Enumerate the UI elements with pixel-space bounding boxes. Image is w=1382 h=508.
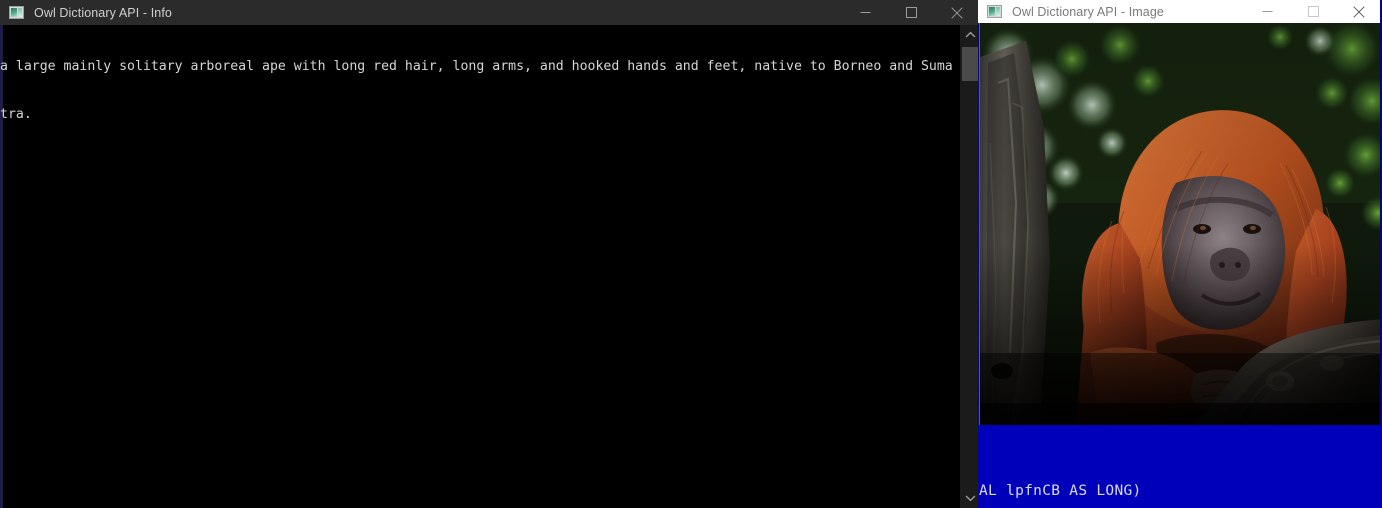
window-info: Owl Dictionary API - Info a large mainly… <box>0 0 980 508</box>
minimize-button[interactable] <box>1244 0 1290 23</box>
chevron-up-icon <box>965 31 975 38</box>
code-line: AL lpfnCB AS LONG) <box>979 483 1142 499</box>
info-content-area: a large mainly solitary arboreal ape wit… <box>0 25 980 508</box>
info-vertical-scrollbar[interactable] <box>960 25 980 508</box>
close-button[interactable] <box>934 0 980 25</box>
image-title-text: Owl Dictionary API - Image <box>1012 4 1164 19</box>
window-image: Owl Dictionary API - Image AL lpfnCB AS … <box>978 0 1382 508</box>
maximize-button[interactable] <box>1290 0 1336 23</box>
screen-root: Owl Dictionary API - Info a large mainly… <box>0 0 1382 508</box>
minimize-icon <box>860 12 870 13</box>
chevron-down-icon <box>965 495 975 502</box>
close-icon <box>1353 5 1365 18</box>
maximize-icon <box>1307 6 1319 17</box>
app-window-icon <box>987 4 1003 20</box>
info-titlebar[interactable]: Owl Dictionary API - Info <box>0 0 980 25</box>
close-icon <box>951 6 963 19</box>
code-console-panel: AL lpfnCB AS LONG) <box>978 425 1382 508</box>
scroll-down-button[interactable] <box>960 488 980 508</box>
maximize-icon <box>905 7 917 18</box>
orangutan-photo <box>980 23 1382 425</box>
minimize-button[interactable] <box>842 0 888 25</box>
image-window-controls <box>1244 0 1382 23</box>
maximize-button[interactable] <box>888 0 934 25</box>
close-button[interactable] <box>1336 0 1382 23</box>
image-viewport <box>979 23 1382 425</box>
definition-line: a large mainly solitary arboreal ape wit… <box>0 59 953 74</box>
scroll-up-button[interactable] <box>960 25 980 45</box>
image-titlebar[interactable]: Owl Dictionary API - Image <box>978 0 1382 23</box>
scrollbar-thumb[interactable] <box>962 47 978 81</box>
definition-line: tra. <box>0 107 32 122</box>
info-title-text: Owl Dictionary API - Info <box>34 5 172 20</box>
app-window-icon <box>9 5 25 21</box>
info-window-controls <box>842 0 980 25</box>
definition-text: a large mainly solitary arboreal ape wit… <box>0 27 962 155</box>
minimize-icon <box>1262 11 1272 12</box>
orangutan-photo-render <box>980 23 1382 425</box>
